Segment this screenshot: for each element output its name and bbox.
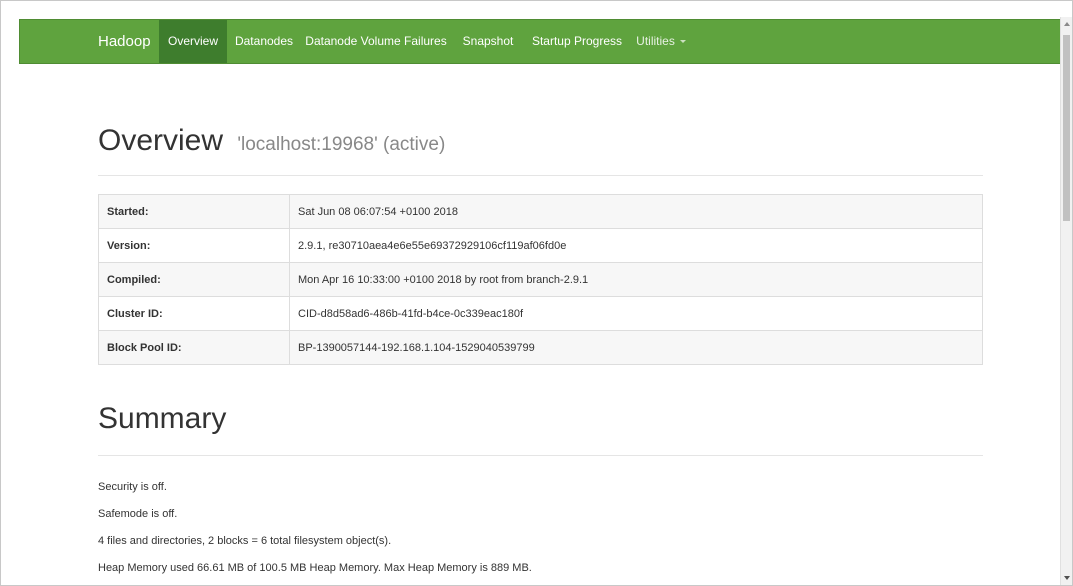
- scroll-up-arrow-icon[interactable]: [1064, 22, 1070, 26]
- summary-line-safemode: Safemode is off.: [98, 508, 178, 520]
- summary-divider: [98, 455, 983, 456]
- summary-title: Summary: [98, 402, 227, 435]
- table-cell-key: Cluster ID:: [98, 296, 290, 331]
- table-row: Started: Sat Jun 08 06:07:54 +0100 2018: [98, 194, 983, 229]
- table-cell-value: 2.9.1, re30710aea4e6e55e69372929106cf119…: [289, 228, 983, 263]
- nav-tab-startup-progress[interactable]: Startup Progress: [528, 20, 626, 63]
- table-cell-value: Sat Jun 08 06:07:54 +0100 2018: [289, 194, 983, 229]
- table-row: Block Pool ID: BP-1390057144-192.168.1.1…: [98, 330, 983, 365]
- table-row: Cluster ID: CID-d8d58ad6-486b-41fd-b4ce-…: [98, 296, 983, 331]
- nav-tab-datanodes[interactable]: Datanodes: [231, 20, 297, 63]
- page-title: Overview 'localhost:19968' (active): [98, 124, 445, 158]
- nav-tab-utilities[interactable]: Utilities: [632, 20, 690, 63]
- nav-tab-datanode-volume-failures[interactable]: Datanode Volume Failures: [305, 20, 447, 63]
- scrollbar-thumb[interactable]: [1063, 35, 1070, 221]
- caret-down-icon: [679, 40, 686, 44]
- table-cell-key: Version:: [98, 228, 290, 263]
- table-cell-key: Compiled:: [98, 262, 290, 297]
- summary-line-heap-memory: Heap Memory used 66.61 MB of 100.5 MB He…: [98, 562, 532, 574]
- page-title-text: Overview: [98, 124, 224, 157]
- summary-line-security: Security is off.: [98, 481, 167, 493]
- nav-tab-overview[interactable]: Overview: [159, 20, 227, 63]
- navbar: Hadoop Overview Datanodes Datanode Volum…: [19, 19, 1063, 64]
- nav-tab-utilities-label: Utilities: [636, 34, 675, 48]
- scroll-down-arrow-icon[interactable]: [1064, 576, 1070, 580]
- table-row: Version: 2.9.1, re30710aea4e6e55e6937292…: [98, 228, 983, 263]
- table-row: Compiled: Mon Apr 16 10:33:00 +0100 2018…: [98, 262, 983, 297]
- table-cell-value: Mon Apr 16 10:33:00 +0100 2018 by root f…: [289, 262, 983, 297]
- table-cell-value: CID-d8d58ad6-486b-41fd-b4ce-0c339eac180f: [289, 296, 983, 331]
- table-cell-value: BP-1390057144-192.168.1.104-152904053979…: [289, 330, 983, 365]
- summary-line-filesystem-objects: 4 files and directories, 2 blocks = 6 to…: [98, 535, 392, 547]
- browser-viewport: Hadoop Overview Datanodes Datanode Volum…: [0, 0, 1073, 586]
- title-divider: [98, 175, 983, 176]
- overview-table: Started: Sat Jun 08 06:07:54 +0100 2018 …: [98, 194, 983, 365]
- vertical-scrollbar[interactable]: [1060, 17, 1072, 585]
- table-cell-key: Started:: [98, 194, 290, 229]
- navbar-brand[interactable]: Hadoop: [98, 20, 151, 63]
- nav-tab-snapshot[interactable]: Snapshot: [457, 20, 519, 63]
- page-subtitle: 'localhost:19968' (active): [237, 134, 446, 155]
- table-cell-key: Block Pool ID:: [98, 330, 290, 365]
